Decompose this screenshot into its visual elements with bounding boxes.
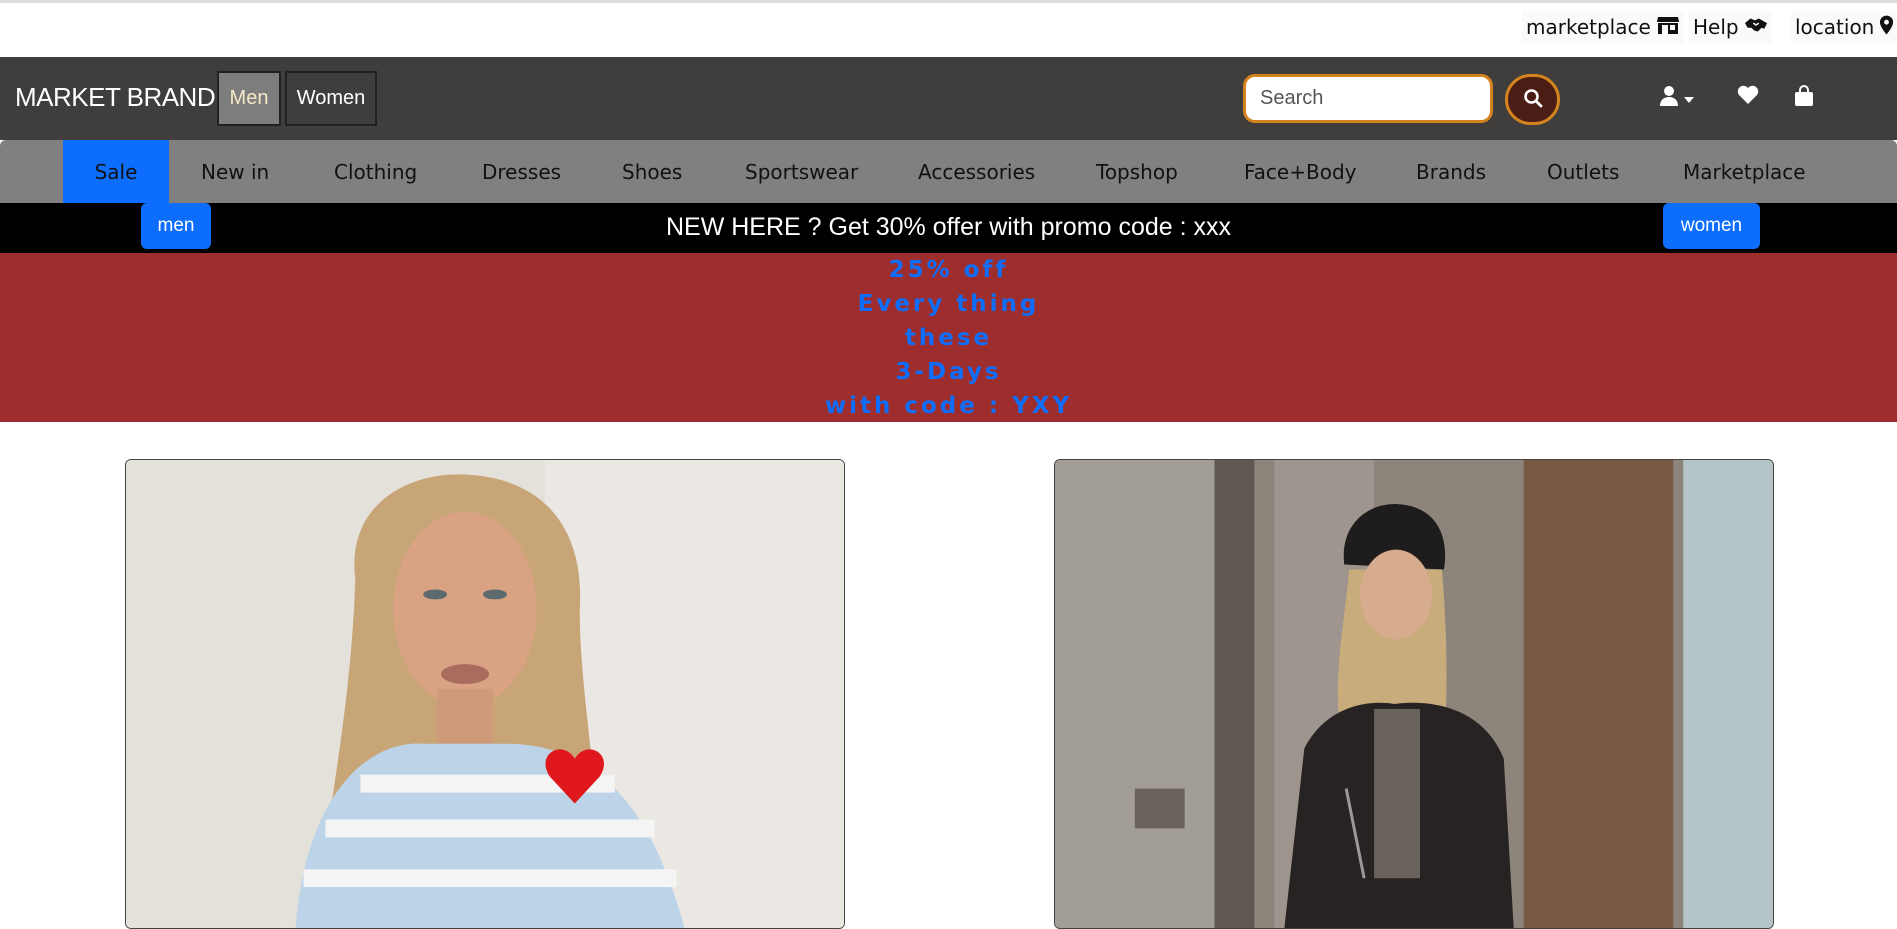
- caret-down-icon: [1683, 89, 1695, 108]
- promo-bar: men NEW HERE ? Get 30% offer with promo …: [0, 203, 1897, 253]
- product-image-1: [126, 460, 844, 928]
- nav-item-outlets[interactable]: Outlets: [1547, 140, 1619, 203]
- women-button[interactable]: Women: [285, 71, 377, 126]
- sale-banner: 25% off Every thing these 3-Days with co…: [0, 253, 1897, 422]
- sale-line-5: with code : YXY: [824, 393, 1073, 419]
- search-icon: [1523, 88, 1543, 112]
- nav-item-shoes[interactable]: Shoes: [622, 140, 682, 203]
- help-link-label: Help: [1693, 15, 1739, 39]
- nav-item-accessories[interactable]: Accessories: [918, 140, 1035, 203]
- category-nav: Sale New in Clothing Dresses Shoes Sport…: [0, 140, 1897, 203]
- account-menu[interactable]: [1659, 85, 1695, 111]
- men-button[interactable]: Men: [217, 71, 281, 126]
- bag-button[interactable]: [1794, 85, 1814, 111]
- nav-item-clothing[interactable]: Clothing: [334, 140, 417, 203]
- nav-item-dresses[interactable]: Dresses: [482, 140, 561, 203]
- product-card-leather-jacket[interactable]: [1054, 459, 1774, 929]
- product-card-striped-sweater[interactable]: [125, 459, 845, 929]
- brand-logo[interactable]: MARKET BRAND: [15, 82, 216, 113]
- store-icon: [1656, 14, 1680, 41]
- handshake-icon: [1744, 14, 1768, 41]
- nav-item-face-body[interactable]: Face+Body: [1244, 140, 1356, 203]
- location-link[interactable]: location: [1791, 11, 1897, 43]
- shopping-bag-icon: [1794, 85, 1814, 111]
- search-input[interactable]: [1243, 74, 1493, 123]
- nav-item-marketplace[interactable]: Marketplace: [1683, 140, 1806, 203]
- heart-icon: [1737, 85, 1759, 109]
- gender-switch: Men Women: [217, 71, 377, 126]
- search-button[interactable]: [1505, 74, 1560, 125]
- marketplace-link[interactable]: marketplace: [1522, 11, 1684, 43]
- promo-text: NEW HERE ? Get 30% offer with promo code…: [665, 213, 1232, 241]
- location-link-label: location: [1795, 15, 1875, 39]
- sale-line-1: 25% off: [888, 257, 1009, 283]
- map-pin-icon: [1879, 14, 1894, 41]
- sale-line-3: these: [904, 325, 993, 351]
- user-icon: [1659, 85, 1679, 111]
- marketplace-link-label: marketplace: [1526, 15, 1651, 39]
- nav-item-new-in[interactable]: New in: [201, 140, 269, 203]
- product-image-2: [1055, 460, 1773, 928]
- nav-item-topshop[interactable]: Topshop: [1096, 140, 1178, 203]
- help-link[interactable]: Help: [1689, 11, 1772, 43]
- women-promo-button[interactable]: women: [1663, 203, 1760, 249]
- utility-bar: marketplace Help location: [0, 0, 1897, 57]
- sale-line-4: 3-Days: [895, 359, 1002, 385]
- sale-line-2: Every thing: [857, 291, 1040, 317]
- wishlist-button[interactable]: [1737, 85, 1759, 109]
- nav-item-sale[interactable]: Sale: [63, 140, 169, 203]
- nav-item-sportswear[interactable]: Sportswear: [745, 140, 858, 203]
- nav-item-brands[interactable]: Brands: [1416, 140, 1486, 203]
- main-header: MARKET BRAND Men Women: [0, 57, 1897, 140]
